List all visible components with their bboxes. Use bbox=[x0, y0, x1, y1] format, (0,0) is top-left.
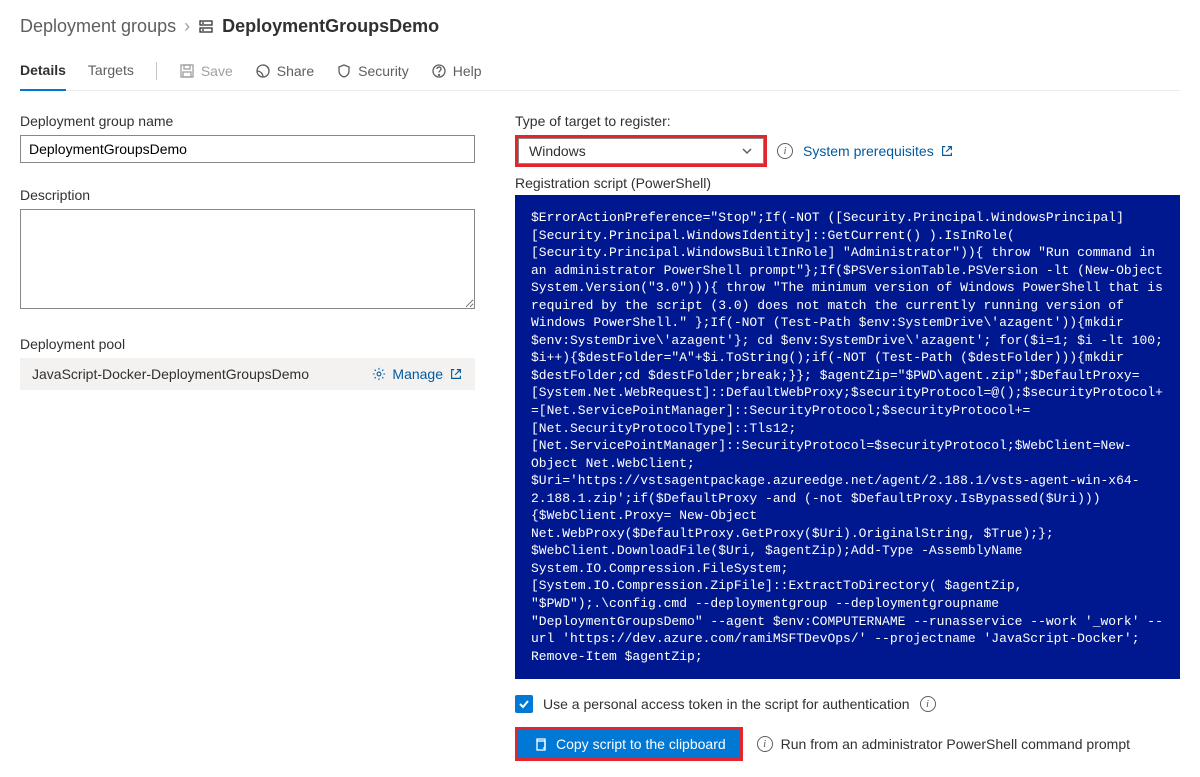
admin-note: i Run from an administrator PowerShell c… bbox=[757, 736, 1130, 752]
info-icon: i bbox=[757, 736, 773, 752]
help-button[interactable]: Help bbox=[431, 63, 482, 79]
breadcrumb-root[interactable]: Deployment groups bbox=[20, 16, 176, 37]
description-label: Description bbox=[20, 187, 475, 203]
shield-icon bbox=[336, 63, 352, 79]
share-button[interactable]: Share bbox=[255, 63, 314, 79]
chevron-down-icon bbox=[741, 145, 753, 157]
help-icon bbox=[431, 63, 447, 79]
manage-link[interactable]: Manage bbox=[372, 366, 463, 382]
toolbar: Details Targets Save Share Security Help bbox=[20, 51, 1180, 91]
name-label: Deployment group name bbox=[20, 113, 475, 129]
share-icon bbox=[255, 63, 271, 79]
gear-icon bbox=[372, 367, 386, 381]
breadcrumb: Deployment groups › DeploymentGroupsDemo bbox=[20, 16, 1180, 37]
check-icon bbox=[518, 698, 530, 710]
copy-script-button[interactable]: Copy script to the clipboard bbox=[518, 730, 740, 758]
save-icon bbox=[179, 63, 195, 79]
pat-checkbox[interactable] bbox=[515, 695, 533, 713]
separator bbox=[156, 62, 157, 80]
pool-name: JavaScript-Docker-DeploymentGroupsDemo bbox=[32, 366, 360, 382]
breadcrumb-current: DeploymentGroupsDemo bbox=[198, 16, 439, 37]
pat-label: Use a personal access token in the scrip… bbox=[543, 696, 910, 712]
copy-icon bbox=[532, 736, 548, 752]
chevron-right-icon: › bbox=[184, 16, 190, 37]
pool-label: Deployment pool bbox=[20, 336, 475, 352]
info-icon[interactable]: i bbox=[920, 696, 936, 712]
script-label: Registration script (PowerShell) bbox=[515, 175, 1180, 191]
tab-targets[interactable]: Targets bbox=[88, 51, 134, 91]
description-input[interactable] bbox=[20, 209, 475, 309]
system-prerequisites-link[interactable]: System prerequisites bbox=[803, 143, 954, 159]
target-type-select[interactable]: Windows bbox=[518, 138, 764, 164]
target-type-label: Type of target to register: bbox=[515, 113, 1180, 129]
target-type-value: Windows bbox=[529, 143, 586, 159]
tab-details[interactable]: Details bbox=[20, 51, 66, 91]
info-icon[interactable]: i bbox=[777, 143, 793, 159]
external-link-icon bbox=[940, 144, 954, 158]
external-link-icon bbox=[449, 367, 463, 381]
registration-script[interactable]: $ErrorActionPreference="Stop";If(-NOT ([… bbox=[515, 195, 1180, 679]
server-icon bbox=[198, 19, 214, 35]
save-button: Save bbox=[179, 63, 233, 79]
security-button[interactable]: Security bbox=[336, 63, 409, 79]
pool-row: JavaScript-Docker-DeploymentGroupsDemo M… bbox=[20, 358, 475, 390]
deployment-group-name-input[interactable] bbox=[20, 135, 475, 163]
copy-button-highlight: Copy script to the clipboard bbox=[515, 727, 743, 761]
target-type-highlight: Windows bbox=[515, 135, 767, 167]
